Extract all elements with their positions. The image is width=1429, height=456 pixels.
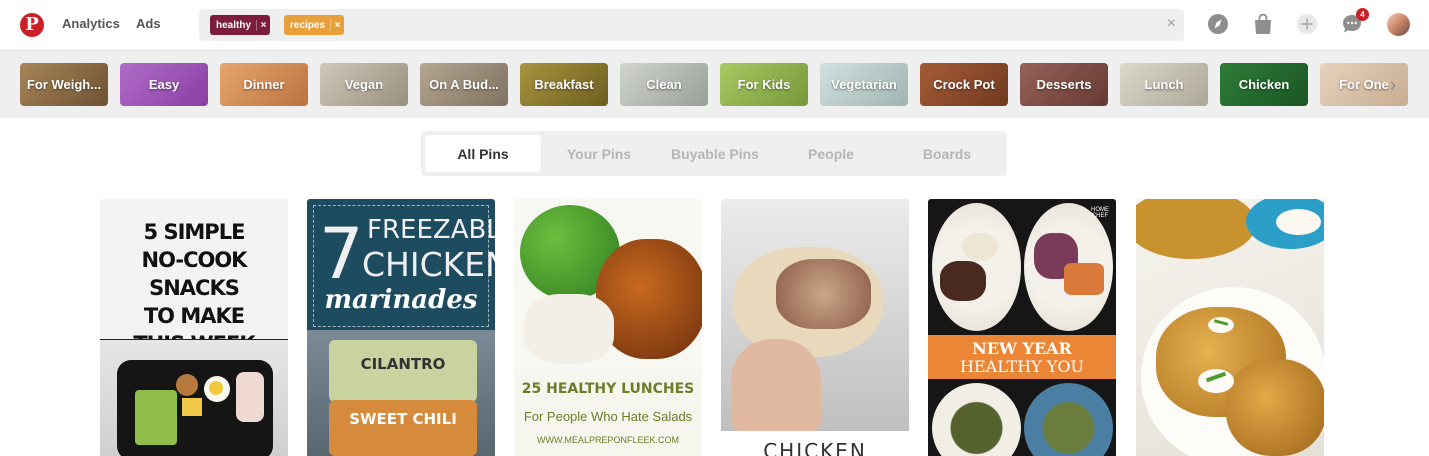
pin-line-3: marinades [324, 285, 478, 315]
search-tag-healthy[interactable]: healthy × [210, 15, 271, 35]
next-guides-arrow-icon[interactable]: › [1390, 75, 1396, 96]
pin-url: WWW.MEALPREPONFLEEK.COM [536, 435, 679, 445]
salmon [1064, 263, 1104, 295]
hummus [176, 374, 198, 396]
turkey-roll [236, 372, 264, 422]
latke-2 [1226, 359, 1324, 456]
guide-chip-lunch[interactable]: Lunch [1120, 63, 1208, 106]
nav-ads[interactable]: Ads [136, 16, 161, 31]
pinterest-logo-icon[interactable]: P [20, 13, 44, 37]
steak [940, 261, 986, 301]
shopping-bag-icon[interactable] [1252, 13, 1274, 35]
pin-chicken-wrap[interactable]: CHICKEN [721, 199, 909, 456]
search-tag-recipes[interactable]: recipes × [284, 15, 345, 35]
cheese [182, 398, 202, 416]
guide-chip-breakfast[interactable]: Breakfast [520, 63, 608, 106]
pin-image [100, 340, 288, 456]
pin-image: CILANTRO SWEET CHILI [307, 330, 495, 456]
pin-new-year-healthy-you[interactable]: HOME CHEF NEW YEAR HEALTHY YOU [928, 199, 1116, 456]
tab-buyable-pins[interactable]: Buyable Pins [657, 135, 773, 172]
clear-search-icon[interactable]: × [1167, 15, 1176, 33]
plate-steak [932, 203, 1021, 331]
bag-label-2: SWEET CHILI [349, 410, 457, 428]
search-bar[interactable]: healthy × recipes × × [199, 9, 1184, 41]
guide-chip-on-a-budget[interactable]: On A Bud... [420, 63, 508, 106]
banner-line-1: NEW YEAR [972, 339, 1072, 358]
pin-image [514, 199, 702, 373]
bag-label-1: CILANTRO [360, 355, 446, 373]
egg-yolk [209, 381, 223, 395]
explore-icon[interactable] [1207, 13, 1229, 35]
pin-title: 25 HEALTHY LUNCHES [521, 381, 695, 397]
nav-analytics[interactable]: Analytics [62, 16, 120, 31]
tab-your-pins[interactable]: Your Pins [541, 135, 657, 172]
pin-chicken-marinades[interactable]: 7 FREEZABLE CHICKEN marinades CILANTRO S… [307, 199, 495, 456]
tab-all-pins[interactable]: All Pins [425, 135, 541, 172]
latke-top [1136, 199, 1256, 259]
celery [135, 390, 177, 445]
pin-subtitle: For People Who Hate Salads [523, 409, 693, 424]
pin-image [721, 199, 909, 431]
notification-badge: 4 [1356, 8, 1369, 21]
tab-boards[interactable]: Boards [889, 135, 1005, 172]
pin-image [1136, 199, 1324, 456]
top-bar: P Analytics Ads healthy × recipes × × 4 [0, 0, 1429, 51]
rice [524, 294, 614, 364]
plate-salmon [1024, 203, 1113, 331]
tab-people[interactable]: People [773, 135, 889, 172]
banner-line-2: HEALTHY YOU [960, 357, 1084, 376]
remove-tag-icon[interactable]: × [330, 19, 344, 31]
pin-title: 5 SIMPLE NO-COOK SNACKS TO MAKE THIS WEE… [133, 220, 255, 356]
sour-cream-dollop [1198, 369, 1234, 393]
remove-tag-icon[interactable]: × [256, 19, 270, 31]
pin-healthy-lunches[interactable]: 25 HEALTHY LUNCHES For People Who Hate S… [514, 199, 702, 456]
guide-chip-clean[interactable]: Clean [620, 63, 708, 106]
home-chef-logo: HOME CHEF [1091, 207, 1109, 219]
guide-chip-easy[interactable]: Easy [120, 63, 208, 106]
guide-chip-dinner[interactable]: Dinner [220, 63, 308, 106]
avatar[interactable] [1387, 13, 1410, 36]
plate-lettuce-wraps [1024, 383, 1113, 456]
hand [731, 339, 821, 431]
guide-chip-vegan[interactable]: Vegan [320, 63, 408, 106]
add-icon[interactable] [1296, 13, 1318, 35]
filter-tabs: All Pins Your Pins Buyable Pins People B… [421, 131, 1007, 176]
search-guides-strip: For Weigh... Easy Dinner Vegan On A Bud.… [0, 51, 1429, 118]
pin-potato-latkes[interactable] [1136, 199, 1324, 456]
pin-no-cook-snacks[interactable]: 5 SIMPLE NO-COOK SNACKS TO MAKE THIS WEE… [100, 199, 288, 456]
guide-chip-crock-pot[interactable]: Crock Pot [920, 63, 1008, 106]
mash [962, 233, 998, 261]
guide-chip-for-weight-loss[interactable]: For Weigh... [20, 63, 108, 106]
guide-chip-for-kids[interactable]: For Kids [720, 63, 808, 106]
freezer-bag-bottom [329, 400, 477, 456]
guide-chip-chicken[interactable]: Chicken [1220, 63, 1308, 106]
sour-cream-bowl [1276, 209, 1321, 235]
plate-salad [932, 383, 1021, 456]
pin-line-2: CHICKEN [362, 245, 495, 284]
pin-title: CHICKEN [763, 439, 867, 456]
pin-number: 7 [319, 213, 364, 295]
wrap-filling [776, 259, 871, 329]
guide-chip-vegetarian[interactable]: Vegetarian [820, 63, 908, 106]
pin-line-1: FREEZABLE [367, 215, 495, 245]
guide-chip-desserts[interactable]: Desserts [1020, 63, 1108, 106]
search-tag-label: healthy [216, 19, 252, 31]
search-tag-label: recipes [290, 19, 326, 31]
sour-cream-dollop [1208, 317, 1234, 333]
